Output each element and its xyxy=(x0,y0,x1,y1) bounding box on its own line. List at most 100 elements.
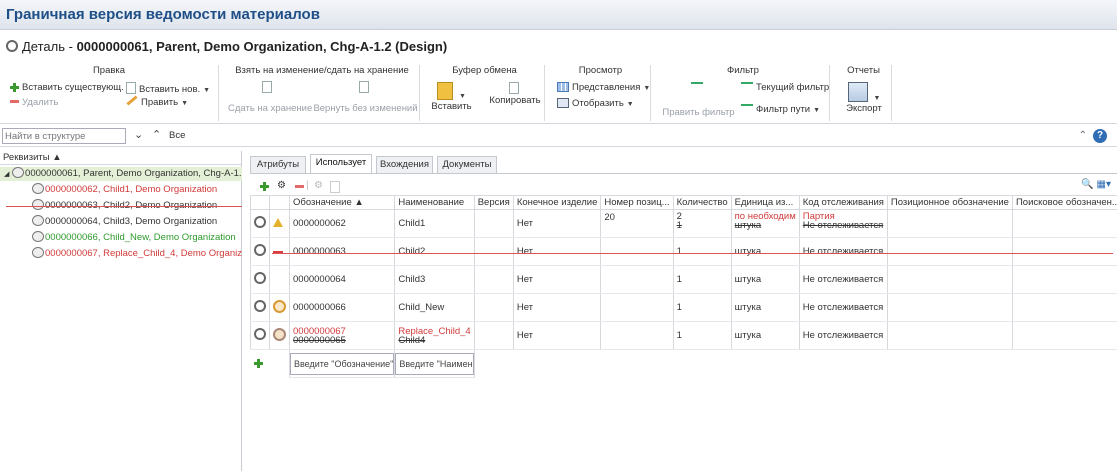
edit-button[interactable]: Править ▼ xyxy=(126,95,188,108)
cell-reference-designator[interactable] xyxy=(886,293,1013,322)
path-filter-button[interactable]: Фильтр пути ▼ xyxy=(741,104,820,115)
table-row[interactable]: 0000000062 Child1 Нет 20 21 по необходим… xyxy=(250,209,1117,238)
cell-number[interactable]: 0000000066 xyxy=(288,293,396,322)
current-filter-button[interactable]: Текущий фильтр xyxy=(741,82,829,93)
cell-name[interactable]: Replace_Child_4 Child4 xyxy=(394,321,475,350)
col-header-select[interactable] xyxy=(250,195,270,210)
revert-button[interactable]: Вернуть без изменений xyxy=(313,81,418,114)
tab-occurrences[interactable]: Вхождения xyxy=(376,156,433,174)
cell-quantity[interactable]: 1 xyxy=(672,237,732,266)
new-number-input[interactable]: Введите "Обозначение" xyxy=(290,352,394,375)
cell-find-number[interactable] xyxy=(1011,293,1117,322)
chevron-up-icon[interactable]: ⌃ xyxy=(152,128,161,141)
cell-name[interactable]: Child1 xyxy=(394,209,475,238)
structure-search-input[interactable] xyxy=(2,128,126,144)
tree-item-parent[interactable]: ◢ 0000000061, Parent, Demo Organization,… xyxy=(0,167,242,181)
cell-position[interactable] xyxy=(600,321,674,350)
replace-icon[interactable]: ⚙ xyxy=(314,180,323,191)
cell-version[interactable] xyxy=(473,321,514,350)
cell-find-number[interactable] xyxy=(1011,265,1117,294)
cell-position[interactable] xyxy=(600,293,674,322)
cell-final[interactable]: Нет xyxy=(512,209,602,238)
col-header-reference-designator[interactable]: Позиционное обозначение xyxy=(886,195,1013,210)
cell-find-number[interactable] xyxy=(1011,209,1117,238)
checkin-button[interactable]: Сдать на хранение xyxy=(228,81,312,114)
display-button[interactable]: Отобразить ▼ xyxy=(557,98,634,109)
expand-icon[interactable]: ◢ xyxy=(4,171,9,178)
cell-name[interactable]: Child_New xyxy=(394,293,475,322)
delete-button[interactable]: Удалить xyxy=(10,97,58,108)
cell-reference-designator[interactable] xyxy=(886,265,1013,294)
cell-version[interactable] xyxy=(473,265,514,294)
col-header-name[interactable]: Наименование xyxy=(394,195,475,210)
cell-quantity[interactable]: 1 xyxy=(672,321,732,350)
cell-unit[interactable]: штука xyxy=(730,237,800,266)
collapse-up-icon[interactable]: ⌃ xyxy=(1079,130,1087,141)
paste-button[interactable]: ▼ Вставить xyxy=(429,82,474,112)
col-header-final[interactable]: Конечное изделие xyxy=(512,195,602,210)
cell-number[interactable]: 0000000064 xyxy=(288,265,396,294)
table-row[interactable]: 0000000063 Child2 Нет 1 штука Не отслежи… xyxy=(250,237,1117,266)
cell-version[interactable] xyxy=(473,209,514,238)
cell-tracking[interactable]: Не отслеживается xyxy=(798,265,888,294)
cell-unit[interactable]: штука xyxy=(730,321,800,350)
col-header-number[interactable]: Обозначение ▲ xyxy=(288,195,396,210)
add-row-icon[interactable] xyxy=(253,359,263,369)
col-header-version[interactable]: Версия xyxy=(473,195,514,210)
insert-existing-button[interactable]: Вставить существующ. xyxy=(10,82,124,93)
col-header-status[interactable] xyxy=(269,195,290,210)
chevron-down-icon[interactable]: ⌄ xyxy=(134,128,143,141)
insert-new-button[interactable]: Вставить нов. ▼ xyxy=(126,82,210,95)
col-header-unit[interactable]: Единица из... xyxy=(730,195,800,210)
grid-layout-icon[interactable]: ▦▾ xyxy=(1097,179,1111,190)
col-header-position[interactable]: Номер позиц... xyxy=(600,195,674,210)
cell-number[interactable]: 0000000062 xyxy=(288,209,396,238)
cell-unit[interactable]: штука xyxy=(730,265,800,294)
table-row[interactable]: 0000000064 Child3 Нет 1 штука Не отслежи… xyxy=(250,265,1117,294)
tab-attributes[interactable]: Атрибуты xyxy=(250,156,306,174)
views-button[interactable]: Представления ▼ xyxy=(557,82,650,93)
cell-final[interactable]: Нет xyxy=(512,321,602,350)
table-row[interactable]: 0000000067 0000000065 Replace_Child_4 Chil… xyxy=(250,321,1117,350)
cell-reference-designator[interactable] xyxy=(886,209,1013,238)
export-button[interactable]: ▼ Экспорт xyxy=(841,82,887,114)
cell-position[interactable]: 20 xyxy=(600,209,674,238)
remove-row-icon[interactable] xyxy=(295,185,304,188)
cell-tracking[interactable]: Партия Не отслеживается xyxy=(798,209,888,238)
cell-reference-designator[interactable] xyxy=(886,321,1013,350)
tab-uses[interactable]: Использует xyxy=(310,154,372,174)
table-row[interactable]: 0000000066 Child_New Нет 1 штука Не отсл… xyxy=(250,293,1117,322)
cell-name[interactable]: Child3 xyxy=(394,265,475,294)
cell-unit[interactable]: по необходим штука xyxy=(730,209,800,238)
cell-tracking[interactable]: Не отслеживается xyxy=(798,321,888,350)
cell-unit[interactable]: штука xyxy=(730,293,800,322)
cell-quantity[interactable]: 21 xyxy=(672,209,732,238)
cell-position[interactable] xyxy=(600,265,674,294)
cell-tracking[interactable]: Не отслеживается xyxy=(798,293,888,322)
cell-number[interactable]: 0000000063 xyxy=(288,237,396,266)
col-header-tracking[interactable]: Код отслеживания xyxy=(798,195,888,210)
cell-version[interactable] xyxy=(473,293,514,322)
insert-new-icon[interactable]: ⚙ xyxy=(277,180,286,191)
help-icon[interactable]: ? xyxy=(1093,129,1107,143)
cell-reference-designator[interactable] xyxy=(886,237,1013,266)
search-all-label[interactable]: Все xyxy=(169,130,185,141)
cell-final[interactable]: Нет xyxy=(512,293,602,322)
cell-find-number[interactable] xyxy=(1011,321,1117,350)
tree-item-child-new[interactable]: 0000000066, Child_New, Demo Organization xyxy=(0,231,242,245)
tab-documents[interactable]: Документы xyxy=(437,156,497,174)
edit-row-icon[interactable] xyxy=(330,181,340,193)
add-row-icon[interactable] xyxy=(260,182,269,191)
cell-number[interactable]: 0000000067 0000000065 xyxy=(288,321,396,350)
cell-tracking[interactable]: Не отслеживается xyxy=(798,237,888,266)
tree-header[interactable]: Реквизиты ▲ xyxy=(0,151,241,165)
cell-name[interactable]: Child2 xyxy=(394,237,475,266)
cell-position[interactable] xyxy=(600,237,674,266)
edit-filter-button[interactable]: Править фильтр xyxy=(661,82,736,118)
col-header-quantity[interactable]: Количество xyxy=(672,195,732,210)
cell-quantity[interactable]: 1 xyxy=(672,293,732,322)
cell-version[interactable] xyxy=(473,237,514,266)
search-icon[interactable]: 🔍 xyxy=(1081,179,1093,190)
tree-item-child3[interactable]: 0000000064, Child3, Demo Organization xyxy=(0,215,242,229)
cell-quantity[interactable]: 1 xyxy=(672,265,732,294)
